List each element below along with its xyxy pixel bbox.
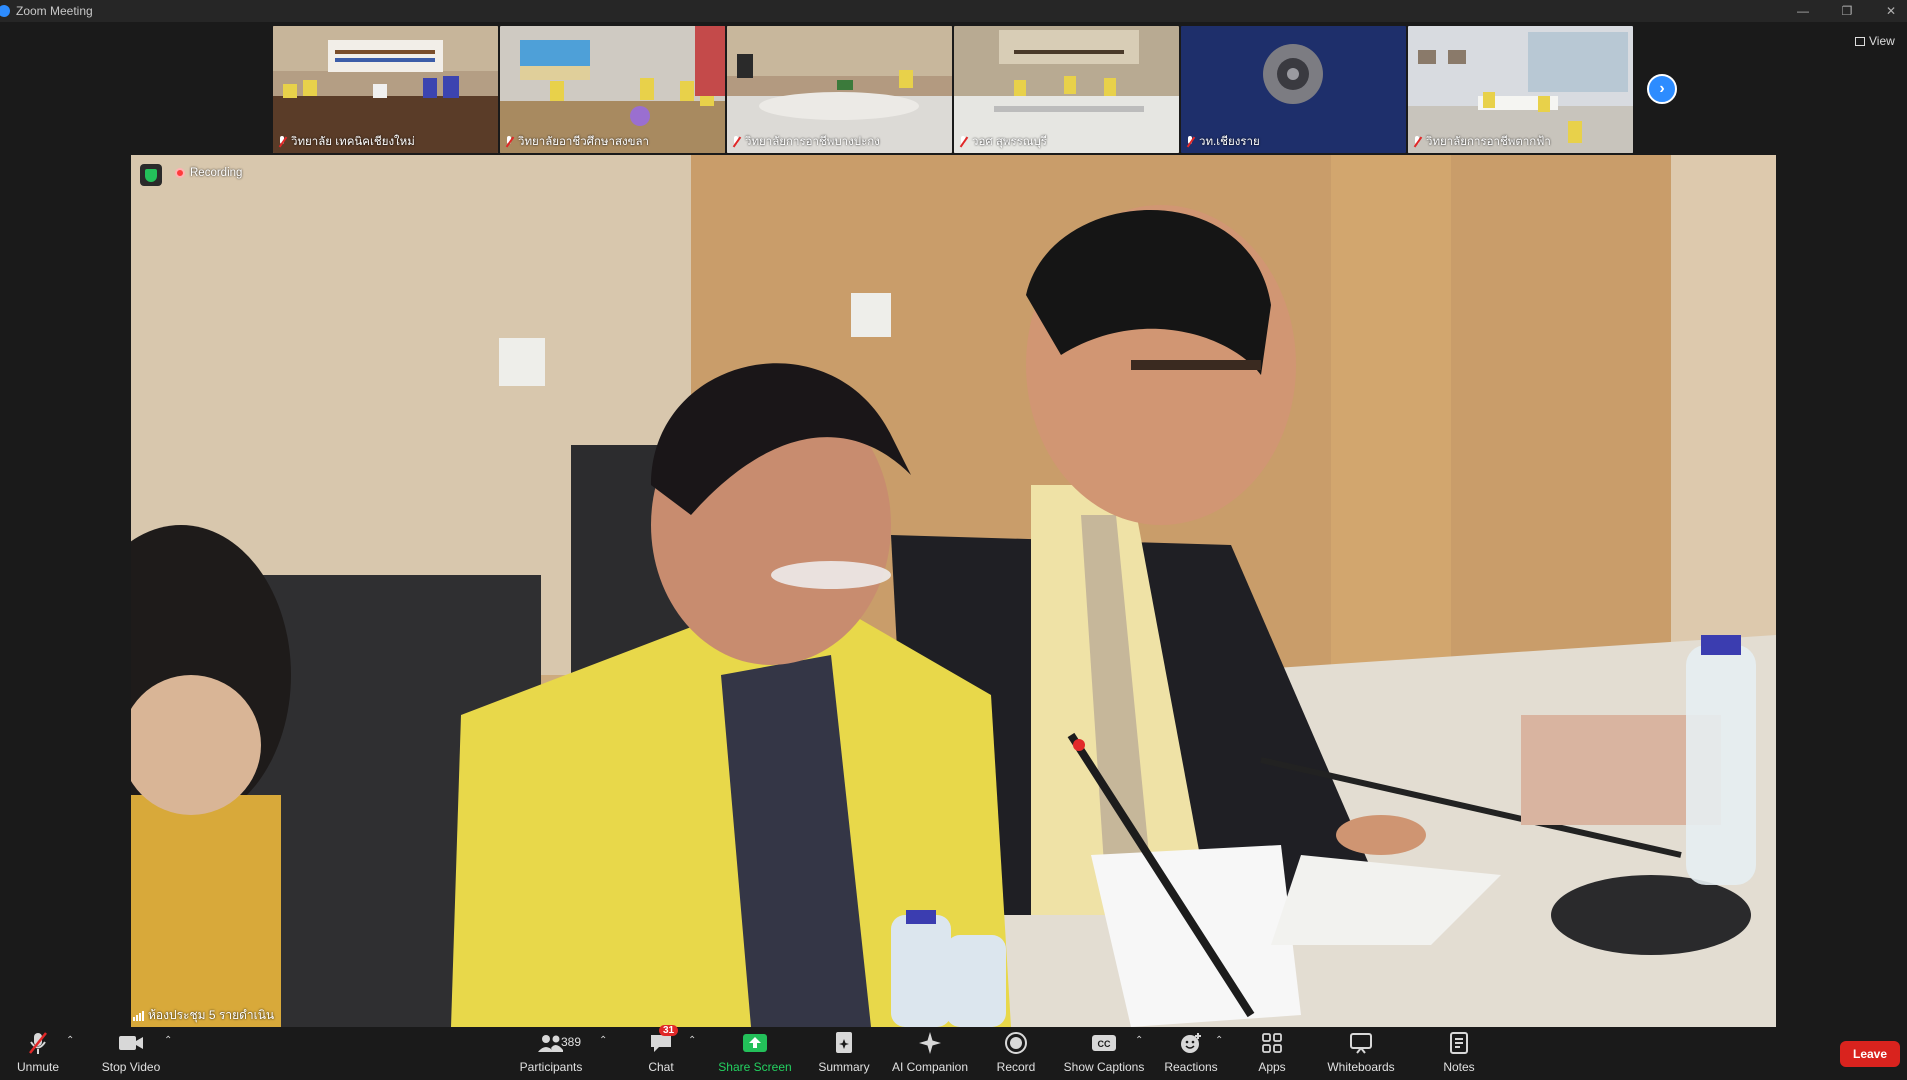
minimize-icon[interactable]: — bbox=[1795, 3, 1811, 19]
chevron-right-icon: › bbox=[1659, 80, 1665, 97]
audio-options-caret-icon[interactable]: ⌃ bbox=[66, 1035, 74, 1046]
notes-button[interactable]: Notes bbox=[1414, 1031, 1504, 1074]
participant-name: วิทยาลัยการอาชีพบางปะกง bbox=[731, 133, 880, 151]
captions-options-caret-icon[interactable]: ⌃ bbox=[1135, 1035, 1143, 1046]
apps-grid-icon bbox=[1261, 1031, 1283, 1055]
gallery-strip: วิทยาลัย เทคนิคเชียงใหม่ วิทยาลัยอาชีวศึ… bbox=[0, 22, 1907, 154]
summary-button[interactable]: Summary bbox=[799, 1031, 889, 1074]
muted-mic-icon bbox=[504, 136, 514, 148]
muted-mic-icon bbox=[1412, 136, 1422, 148]
record-icon bbox=[1005, 1031, 1027, 1055]
share-screen-icon bbox=[742, 1031, 768, 1055]
stop-video-button[interactable]: Stop Video bbox=[86, 1031, 176, 1074]
reaction-smiley-icon bbox=[1179, 1031, 1203, 1055]
participant-thumbnail[interactable]: วิทยาลัยการอาชีพบางปะกง bbox=[727, 26, 952, 153]
participants-button[interactable]: 389 Participants bbox=[506, 1031, 596, 1074]
speaker-name: ห้องประชุม 5 รายดำเนิน bbox=[133, 1006, 274, 1025]
video-options-caret-icon[interactable]: ⌃ bbox=[164, 1035, 172, 1046]
sparkle-icon bbox=[918, 1031, 942, 1055]
whiteboard-icon bbox=[1349, 1031, 1373, 1055]
next-page-button[interactable]: › bbox=[1647, 74, 1677, 104]
participant-thumbnail[interactable]: วิทยาลัยอาชีวศึกษาสงขลา bbox=[500, 26, 725, 153]
leave-button[interactable]: Leave bbox=[1840, 1041, 1900, 1067]
muted-mic-icon bbox=[277, 136, 287, 148]
window-controls: — ❐ ✕ bbox=[1795, 0, 1899, 22]
summary-document-icon bbox=[833, 1031, 855, 1055]
participant-name: วิทยาลัยอาชีวศึกษาสงขลา bbox=[504, 133, 649, 151]
participant-name: วิทยาลัย เทคนิคเชียงใหม่ bbox=[277, 133, 415, 151]
restore-icon[interactable]: ❐ bbox=[1839, 3, 1855, 19]
share-screen-button[interactable]: Share Screen bbox=[710, 1031, 800, 1074]
whiteboards-button[interactable]: Whiteboards bbox=[1316, 1031, 1406, 1074]
participant-name: วอศ สุพรรณบุรี bbox=[958, 133, 1047, 151]
muted-mic-icon bbox=[1185, 136, 1195, 148]
participants-options-caret-icon[interactable]: ⌃ bbox=[599, 1035, 607, 1046]
participant-name: วิทยาลัยการอาชีพตากฟ้า bbox=[1412, 133, 1551, 151]
participant-thumbnail[interactable]: วอศ สุพรรณบุรี bbox=[954, 26, 1179, 153]
reactions-options-caret-icon[interactable]: ⌃ bbox=[1215, 1035, 1223, 1046]
chat-bubble-icon: 31 bbox=[649, 1025, 679, 1055]
muted-mic-icon bbox=[731, 136, 741, 148]
ai-companion-button[interactable]: AI Companion bbox=[885, 1031, 975, 1074]
close-icon[interactable]: ✕ bbox=[1883, 3, 1899, 19]
participant-thumbnail[interactable]: วิทยาลัยการอาชีพตากฟ้า bbox=[1408, 26, 1633, 153]
muted-mic-icon bbox=[27, 1031, 49, 1055]
view-grid-icon bbox=[1855, 36, 1865, 46]
window-title: Zoom Meeting bbox=[16, 4, 93, 18]
recording-dot-icon bbox=[175, 168, 185, 178]
speaker-video-feed bbox=[131, 155, 1776, 1027]
notes-icon bbox=[1449, 1031, 1469, 1055]
recording-indicator[interactable]: Recording bbox=[175, 167, 242, 179]
video-camera-icon bbox=[118, 1031, 144, 1055]
title-bar: Zoom Meeting — ❐ ✕ bbox=[0, 0, 1907, 22]
view-button[interactable]: View bbox=[1855, 34, 1895, 48]
apps-button[interactable]: Apps bbox=[1227, 1031, 1317, 1074]
participants-icon: 389 bbox=[537, 1031, 581, 1055]
closed-captions-icon: CC bbox=[1091, 1031, 1117, 1055]
meeting-toolbar: Unmute ⌃ Stop Video ⌃ 389 Participants ⌃… bbox=[0, 1025, 1907, 1080]
record-button[interactable]: Record bbox=[971, 1031, 1061, 1074]
chat-unread-badge: 31 bbox=[659, 1025, 679, 1036]
participant-name: วท.เชียงราย bbox=[1185, 133, 1260, 151]
participant-thumbnail[interactable]: วท.เชียงราย bbox=[1181, 26, 1406, 153]
signal-strength-icon bbox=[133, 1010, 144, 1021]
zoom-app-icon bbox=[0, 5, 10, 17]
active-speaker-video[interactable]: Recording ห้องประชุม 5 รายดำเนิน bbox=[131, 155, 1776, 1027]
chat-options-caret-icon[interactable]: ⌃ bbox=[688, 1035, 696, 1046]
participant-thumbnail[interactable]: วิทยาลัย เทคนิคเชียงใหม่ bbox=[273, 26, 498, 153]
muted-mic-icon bbox=[958, 136, 968, 148]
security-shield-icon[interactable] bbox=[140, 164, 162, 186]
svg-text:CC: CC bbox=[1098, 1039, 1111, 1049]
